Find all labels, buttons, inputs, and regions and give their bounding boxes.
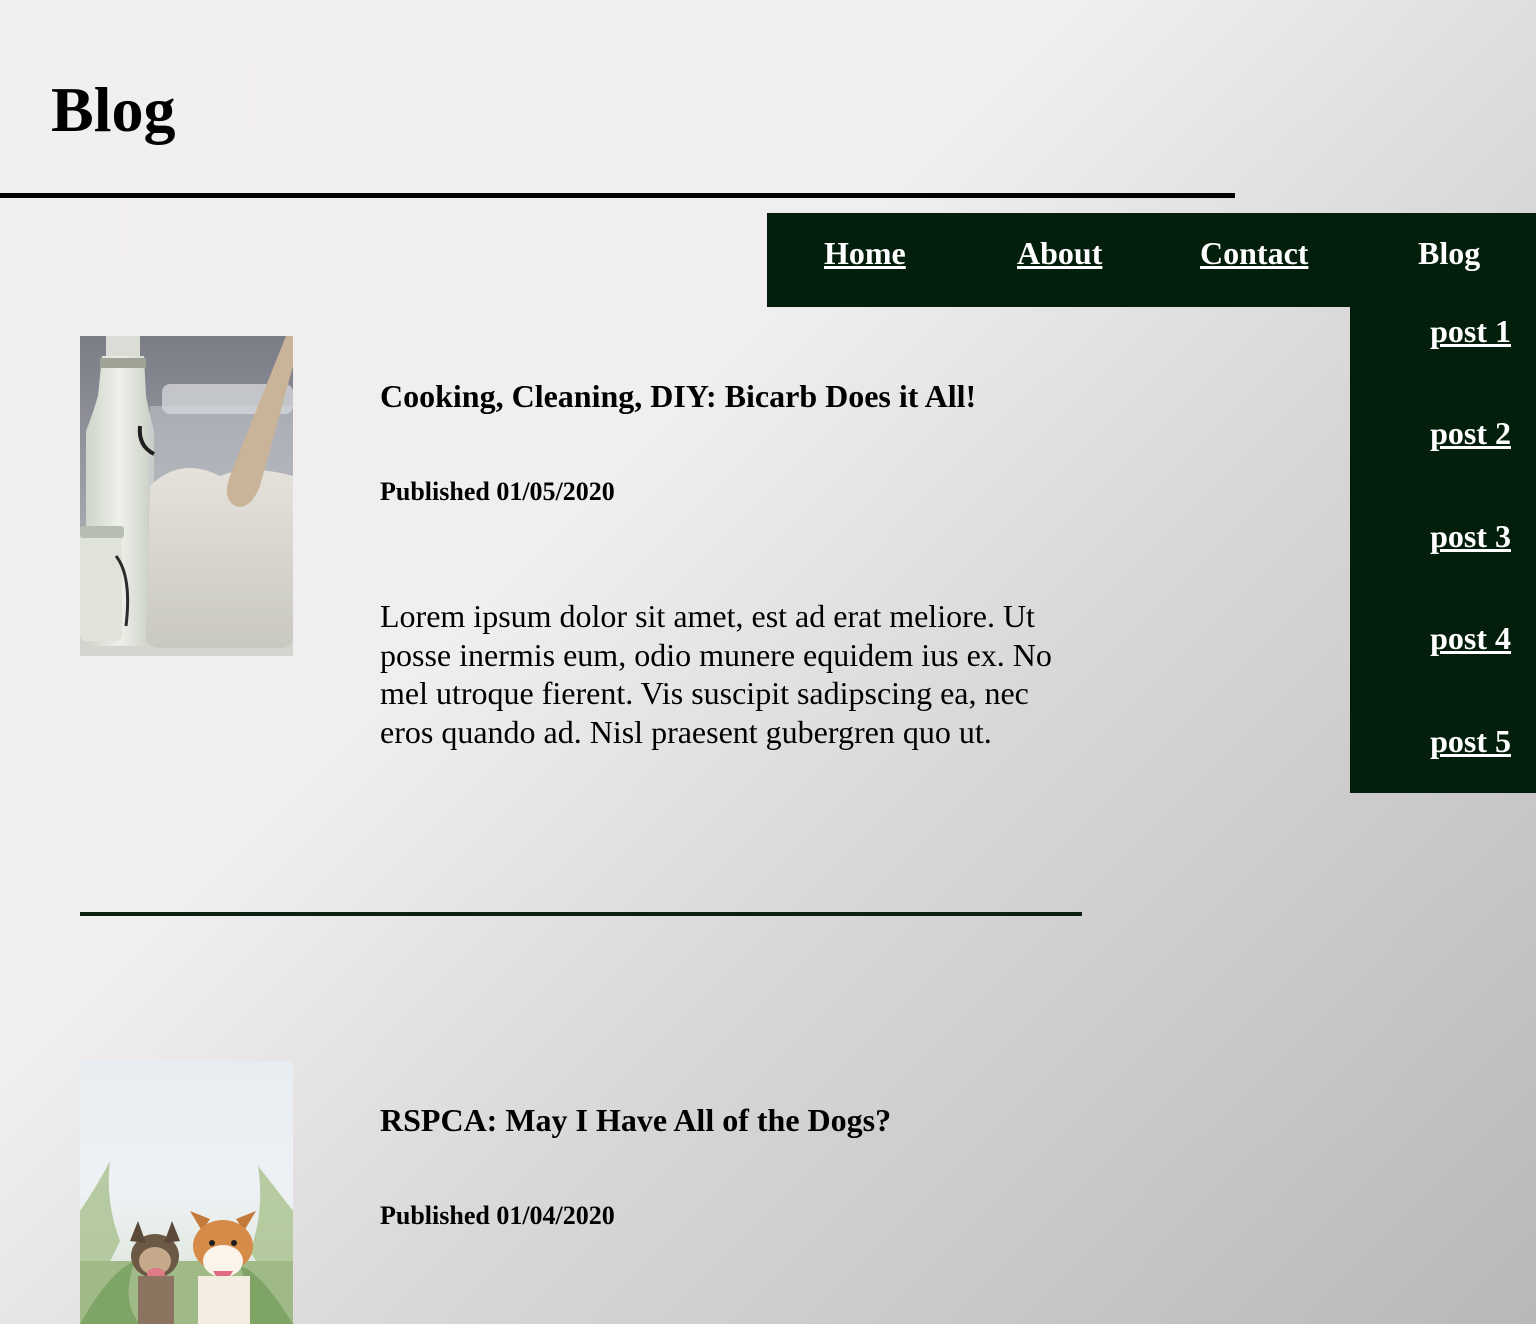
post-date: Published 01/04/2020 [380, 1201, 615, 1230]
nav-link-home[interactable]: Home [824, 233, 906, 273]
dropdown-link-post-4[interactable]: post 4 [1430, 618, 1511, 658]
blog-dropdown-menu: post 1 post 2 post 3 post 4 post 5 [1350, 307, 1536, 793]
post-title[interactable]: Cooking, Cleaning, DIY: Bicarb Does it A… [380, 376, 976, 416]
title-divider [0, 193, 1235, 198]
dropdown-link-post-3[interactable]: post 3 [1430, 516, 1511, 556]
post-date: Published 01/05/2020 [380, 477, 615, 506]
dropdown-link-post-2[interactable]: post 2 [1430, 413, 1511, 453]
nav-link-contact[interactable]: Contact [1200, 233, 1308, 273]
post-divider [80, 912, 1082, 916]
page-title: Blog [51, 74, 176, 145]
nav-item-blog[interactable]: Blog [1418, 233, 1480, 273]
dropdown-link-post-1[interactable]: post 1 [1430, 311, 1511, 351]
post-image-dogs [80, 1061, 293, 1324]
post-image-baking-soda-jars [80, 336, 293, 656]
dropdown-link-post-5[interactable]: post 5 [1430, 721, 1511, 761]
nav-link-about[interactable]: About [1017, 233, 1102, 273]
post-title[interactable]: RSPCA: May I Have All of the Dogs? [380, 1100, 891, 1140]
post-excerpt: Lorem ipsum dolor sit amet, est ad erat … [380, 598, 1052, 750]
